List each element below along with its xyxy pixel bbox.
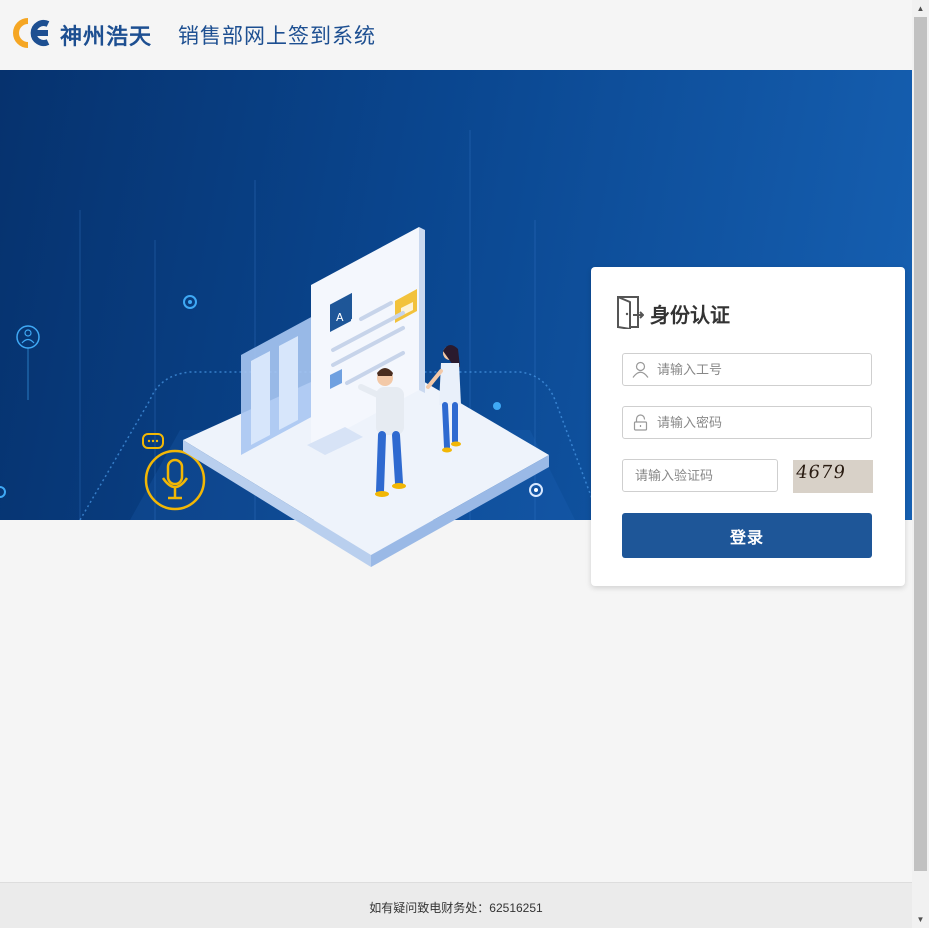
scroll-up-arrow-icon[interactable]: ▲	[912, 0, 929, 17]
captcha-image[interactable]: 4679	[793, 460, 873, 493]
login-title: 身份认证	[650, 305, 730, 327]
door-exit-icon	[617, 296, 644, 329]
footer-contact: 如有疑问致电财务处：62516251	[369, 901, 543, 915]
company-logo-icon	[13, 18, 50, 48]
footer: 如有疑问致电财务处：62516251	[0, 882, 912, 928]
login-page: 神州浩天 销售部网上签到系统 A 身份认证 请输入工号 请输入验证码 4679 …	[0, 0, 929, 928]
isometric-illustration: A	[183, 227, 549, 567]
login-button[interactable]: 登录	[622, 513, 872, 558]
captcha-field[interactable]	[622, 459, 778, 492]
system-name: 销售部网上签到系统	[178, 25, 376, 48]
header: 神州浩天 销售部网上签到系统	[0, 0, 912, 70]
scroll-down-arrow-icon[interactable]: ▼	[912, 911, 929, 928]
password-input[interactable]	[657, 407, 862, 438]
password-field[interactable]	[622, 406, 872, 439]
user-icon	[632, 361, 649, 378]
user-node-icon	[16, 325, 40, 400]
username-input[interactable]	[657, 354, 862, 385]
scroll-thumb[interactable]	[914, 17, 927, 871]
username-field[interactable]	[622, 353, 872, 386]
svg-text:A: A	[336, 311, 344, 324]
login-card: 身份认证 4679 登录	[591, 267, 905, 586]
company-name: 神州浩天	[60, 24, 153, 49]
vertical-scrollbar[interactable]: ▲ ▼	[912, 0, 929, 928]
captcha-input[interactable]	[635, 460, 773, 491]
lock-icon	[633, 414, 648, 431]
captcha-text: 4679	[794, 462, 848, 483]
